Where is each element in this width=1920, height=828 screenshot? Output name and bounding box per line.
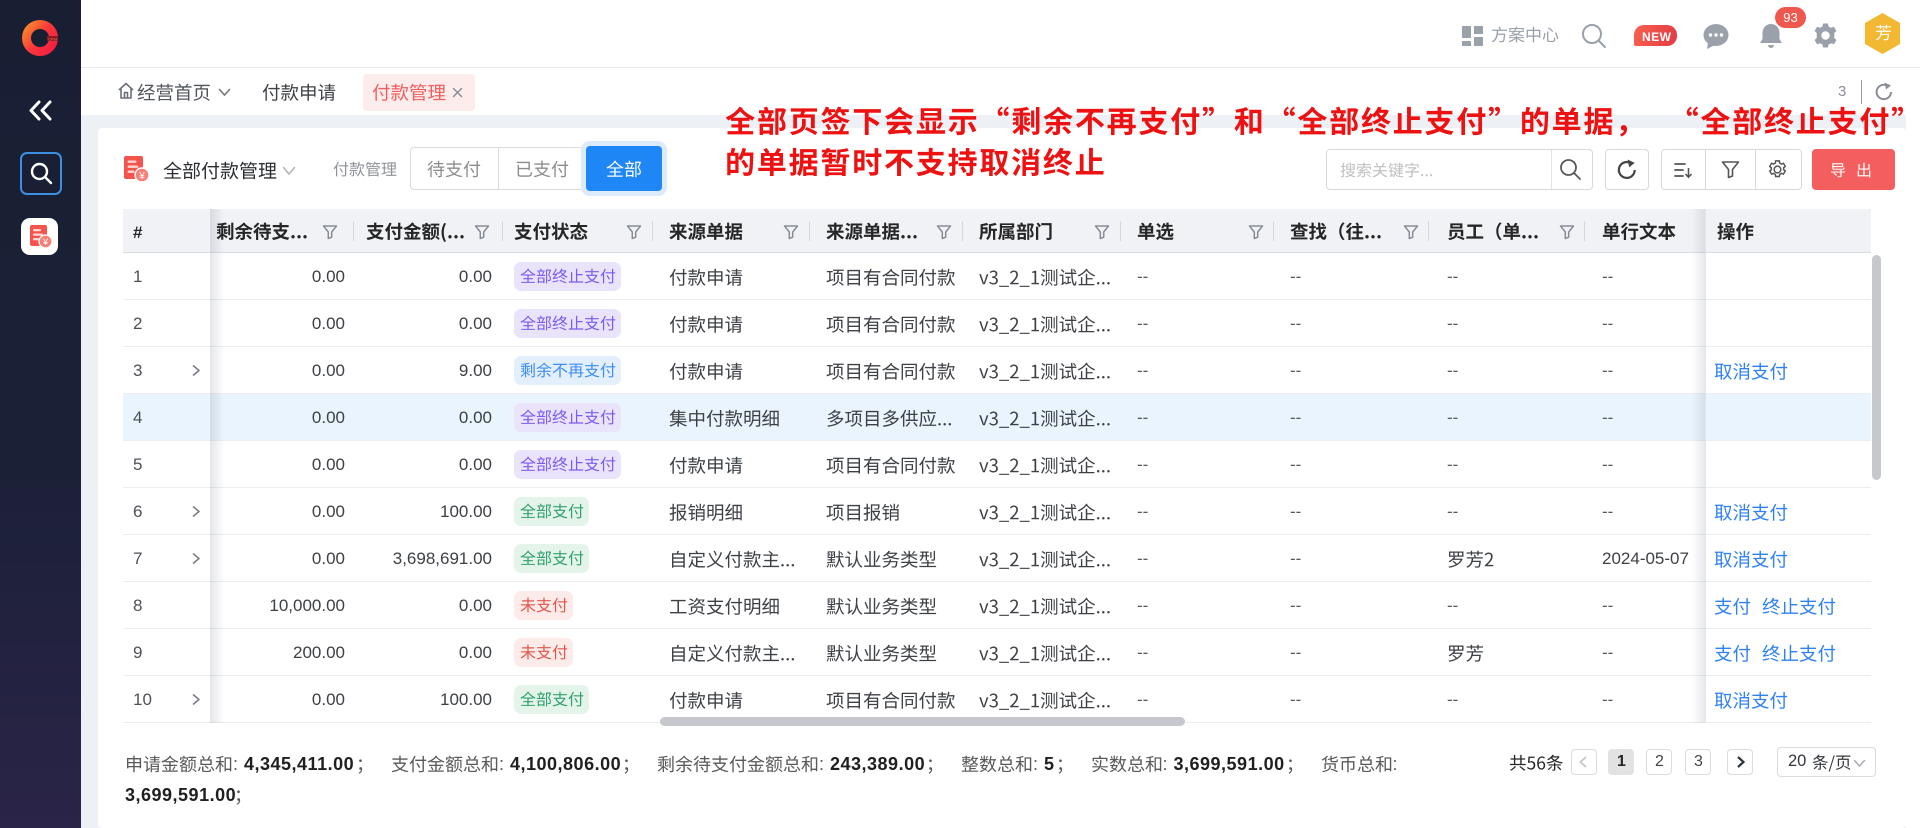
svg-text:¥: ¥ bbox=[138, 171, 145, 182]
svg-text:¥: ¥ bbox=[42, 237, 49, 247]
svg-text:CRM: CRM bbox=[48, 37, 57, 42]
